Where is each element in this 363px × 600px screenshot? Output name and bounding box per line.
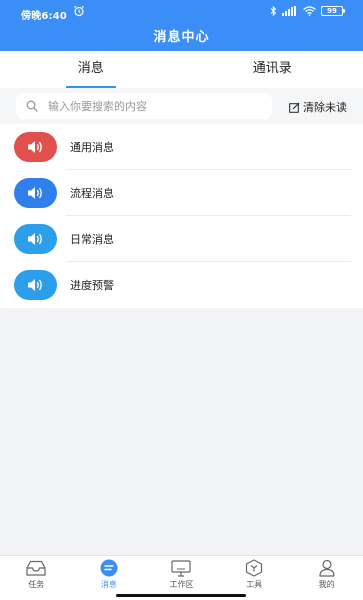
list-item-daily[interactable]: 日常消息 [0,216,363,262]
status-icons: 99 [270,6,345,16]
bluetooth-icon [270,6,277,16]
toolbox-icon [245,559,263,577]
edit-icon [289,102,300,113]
clear-unread-label: 清除未读 [303,101,347,114]
speaker-icon [27,279,42,291]
app-header: 傍晚6:40 99 消息中心 [0,0,363,51]
signal-icon [282,6,296,16]
clear-unread-button[interactable]: 清除未读 [289,99,347,115]
list-item-workflow[interactable]: 流程消息 [0,170,363,216]
tab-label: 通讯录 [252,61,292,76]
category-label: 进度预警 [70,279,114,292]
search-row: 清除未读 [0,88,363,124]
tab-contacts[interactable]: 通讯录 [182,51,363,88]
alarm-clock-icon [74,5,84,17]
search-icon [26,100,38,112]
page-title: 消息中心 [153,30,210,45]
wifi-icon [303,6,316,16]
nav-label: 工具 [246,580,263,589]
tab-label: 消息 [77,61,104,76]
nav-tasks[interactable]: 任务 [0,556,73,600]
search-box[interactable] [16,93,272,119]
nav-label: 任务 [28,580,45,589]
nav-label: 工作区 [169,580,194,589]
battery-icon: 99 [321,6,345,16]
tab-bar: 消息 通讯录 [0,51,363,88]
user-icon [319,559,335,577]
list-item-progress-alert[interactable]: 进度预警 [0,262,363,308]
speaker-icon [27,141,42,153]
nav-label: 消息 [100,580,117,589]
category-avatar [14,178,57,208]
category-avatar [14,132,57,162]
monitor-icon [171,559,192,577]
inbox-icon [26,560,46,576]
speaker-icon [27,187,42,199]
home-indicator[interactable] [116,594,246,597]
category-avatar [14,270,57,300]
status-bar: 傍晚6:40 99 [0,0,363,24]
speaker-icon [27,233,42,245]
message-category-list: 通用消息 流程消息 日常消息 进度预警 [0,124,363,308]
nav-label: 我的 [318,580,335,589]
list-item-general[interactable]: 通用消息 [0,124,363,170]
category-label: 流程消息 [70,187,114,200]
status-time: 傍晚6:40 [21,11,68,22]
tab-messages[interactable]: 消息 [0,51,182,88]
category-avatar [14,224,57,254]
search-input[interactable] [48,99,248,113]
message-icon [100,559,118,577]
nav-profile[interactable]: 我的 [290,556,363,600]
category-label: 通用消息 [70,141,114,154]
category-label: 日常消息 [70,233,114,246]
